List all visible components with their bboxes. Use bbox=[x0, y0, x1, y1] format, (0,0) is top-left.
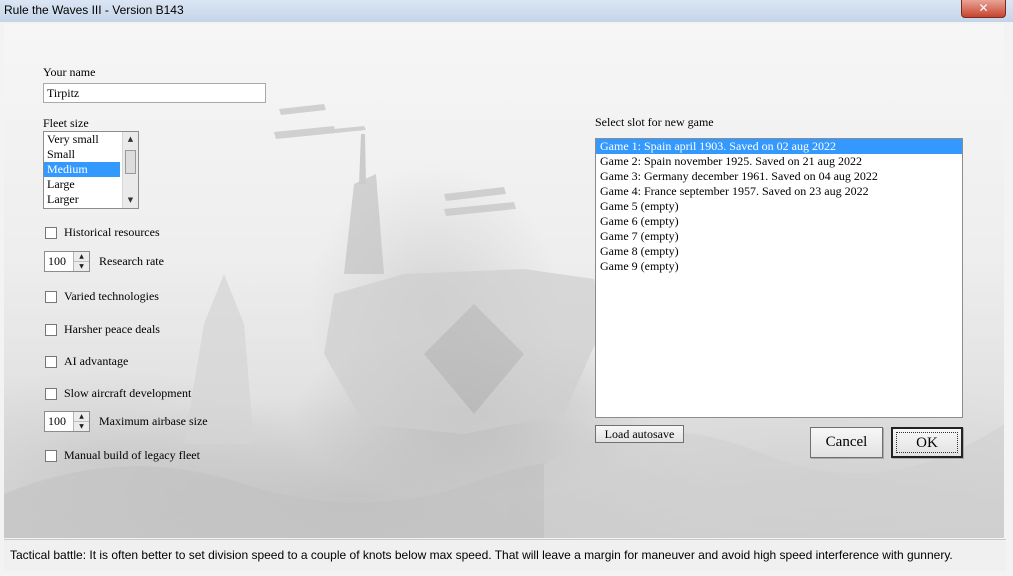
slot-item[interactable]: Game 1: Spain april 1903. Saved on 02 au… bbox=[596, 139, 962, 154]
varied-technologies-checkbox[interactable] bbox=[45, 291, 57, 303]
fleet-option-medium[interactable]: Medium bbox=[44, 162, 120, 177]
varied-technologies-label: Varied technologies bbox=[64, 289, 159, 303]
max-airbase-value[interactable]: 100 bbox=[48, 414, 66, 429]
select-slot-label: Select slot for new game bbox=[595, 115, 714, 129]
max-airbase-spinner[interactable]: 100 ▲ ▼ bbox=[44, 411, 90, 432]
ai-advantage-label: AI advantage bbox=[64, 354, 129, 368]
close-button[interactable]: ✕ bbox=[961, 0, 1006, 18]
fleet-size-list[interactable]: Very small Small Medium Large Larger ▲ ▼ bbox=[43, 131, 139, 209]
ok-button[interactable]: OK bbox=[891, 427, 963, 458]
fleet-option-larger[interactable]: Larger bbox=[44, 192, 120, 207]
harsher-peace-deals-label: Harsher peace deals bbox=[64, 322, 160, 336]
research-rate-spinner[interactable]: 100 ▲ ▼ bbox=[44, 251, 90, 272]
scroll-down-icon[interactable]: ▼ bbox=[123, 193, 138, 208]
slot-item[interactable]: Game 3: Germany december 1961. Saved on … bbox=[596, 169, 962, 184]
historical-resources-label: Historical resources bbox=[64, 225, 160, 239]
slow-aircraft-development-checkbox[interactable] bbox=[45, 388, 57, 400]
fleet-list-scrollbar[interactable]: ▲ ▼ bbox=[122, 132, 138, 208]
slot-item[interactable]: Game 2: Spain november 1925. Saved on 21… bbox=[596, 154, 962, 169]
dialog-frame: Your name Tirpitz Fleet size Very small … bbox=[0, 22, 1013, 576]
spin-up-icon[interactable]: ▲ bbox=[74, 252, 89, 262]
slot-item[interactable]: Game 9 (empty) bbox=[596, 259, 962, 274]
scroll-thumb[interactable] bbox=[125, 150, 136, 174]
spin-down-icon[interactable]: ▼ bbox=[74, 262, 89, 271]
research-rate-value[interactable]: 100 bbox=[48, 254, 66, 269]
slow-aircraft-development-label: Slow aircraft development bbox=[64, 386, 192, 400]
fleet-size-label: Fleet size bbox=[43, 116, 89, 130]
fleet-option-large[interactable]: Large bbox=[44, 177, 120, 192]
slot-item[interactable]: Game 7 (empty) bbox=[596, 229, 962, 244]
background-artwork: Your name Tirpitz Fleet size Very small … bbox=[4, 24, 1004, 538]
slot-item[interactable]: Game 8 (empty) bbox=[596, 244, 962, 259]
slot-item[interactable]: Game 6 (empty) bbox=[596, 214, 962, 229]
focus-rectangle bbox=[896, 432, 958, 453]
close-icon: ✕ bbox=[978, 1, 989, 15]
ai-advantage-checkbox[interactable] bbox=[45, 356, 57, 368]
spin-down-icon[interactable]: ▼ bbox=[74, 422, 89, 431]
status-bar: Tactical battle: It is often better to s… bbox=[4, 539, 1006, 571]
game-slot-list[interactable]: Game 1: Spain april 1903. Saved on 02 au… bbox=[595, 138, 963, 418]
research-rate-label: Research rate bbox=[99, 254, 164, 268]
load-autosave-button[interactable]: Load autosave bbox=[595, 425, 684, 443]
scroll-up-icon[interactable]: ▲ bbox=[123, 132, 138, 147]
status-tip: Tactical battle: It is often better to s… bbox=[10, 548, 953, 562]
fleet-option-very-small[interactable]: Very small bbox=[44, 132, 120, 147]
window-title: Rule the Waves III - Version B143 bbox=[4, 3, 184, 17]
your-name-label: Your name bbox=[43, 65, 96, 79]
title-bar: Rule the Waves III - Version B143 ✕ bbox=[0, 0, 1013, 22]
spin-up-icon[interactable]: ▲ bbox=[74, 412, 89, 422]
historical-resources-checkbox[interactable] bbox=[45, 227, 57, 239]
manual-build-legacy-fleet-label: Manual build of legacy fleet bbox=[64, 448, 200, 462]
max-airbase-label: Maximum airbase size bbox=[99, 414, 208, 428]
slot-item[interactable]: Game 5 (empty) bbox=[596, 199, 962, 214]
name-input[interactable]: Tirpitz bbox=[43, 83, 266, 103]
slot-item[interactable]: Game 4: France september 1957. Saved on … bbox=[596, 184, 962, 199]
manual-build-legacy-fleet-checkbox[interactable] bbox=[45, 450, 57, 462]
harsher-peace-deals-checkbox[interactable] bbox=[45, 324, 57, 336]
fleet-option-small[interactable]: Small bbox=[44, 147, 120, 162]
cancel-button[interactable]: Cancel bbox=[810, 427, 883, 458]
